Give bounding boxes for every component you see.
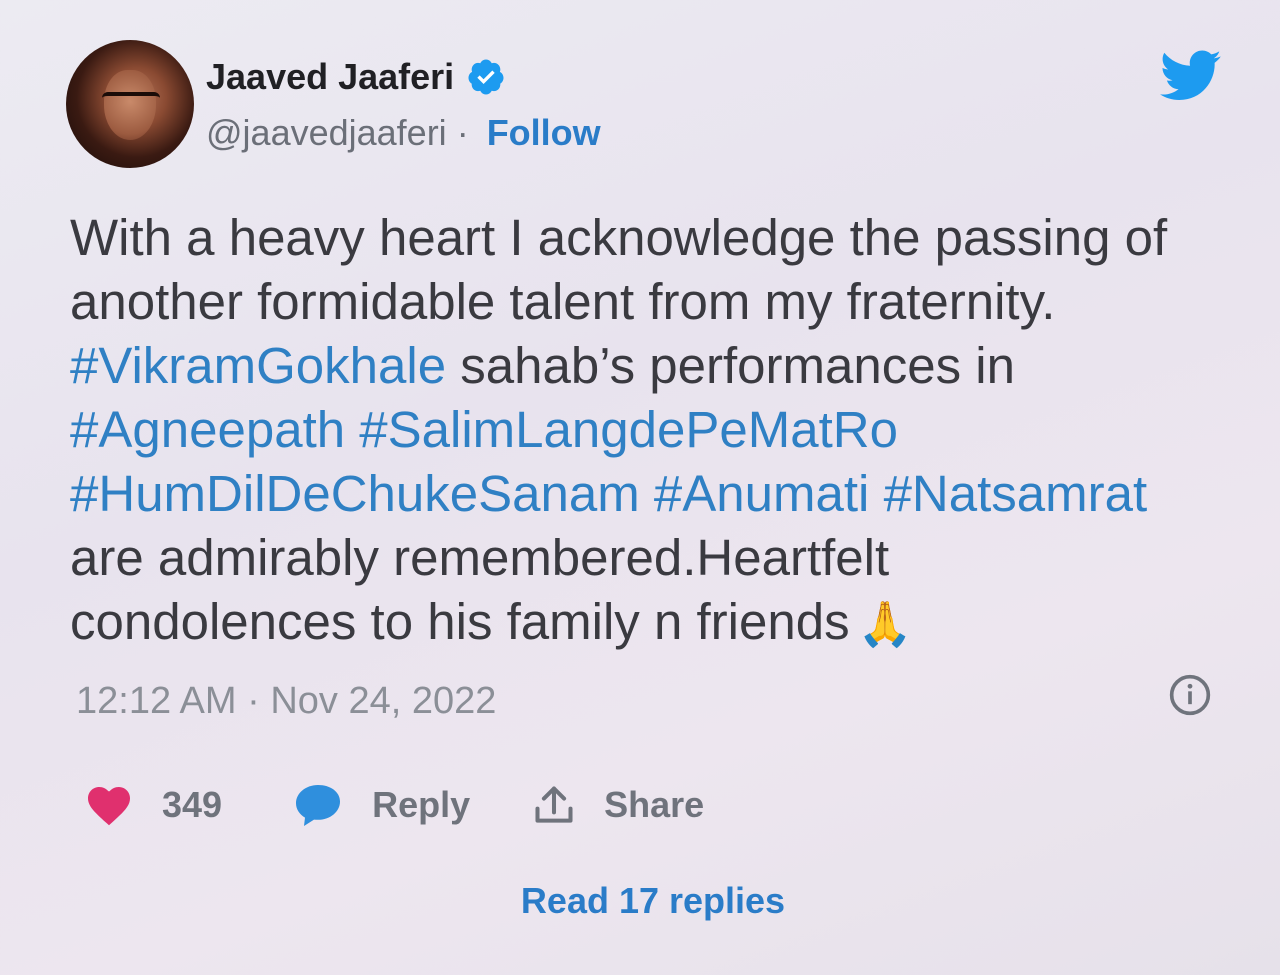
share-button[interactable]: Share: [532, 782, 704, 828]
tweet-text-line: condolences to his family n friends 🙏: [70, 590, 1230, 657]
avatar[interactable]: [66, 40, 194, 168]
author-handle[interactable]: @jaavedjaaferi: [206, 112, 447, 154]
tweet-text-segment: sahab’s performances in: [446, 337, 1015, 394]
hashtag-link[interactable]: #SalimLangdePeMatRo: [359, 401, 898, 458]
reply-button[interactable]: Reply: [294, 782, 470, 828]
author-name[interactable]: Jaaved Jaaferi: [206, 56, 454, 98]
share-label: Share: [604, 784, 705, 825]
tweet-text-segment: another formidable talent from my frater…: [70, 273, 1056, 330]
hashtag-link[interactable]: #VikramGokhale: [70, 337, 446, 394]
twitter-bird-icon[interactable]: [1160, 50, 1222, 102]
handle-separator: ·: [446, 112, 479, 153]
tweet-text-line: #Agneepath #SalimLangdePeMatRo: [70, 398, 1230, 462]
tweet-timestamp[interactable]: 12:12 AM · Nov 24, 2022: [76, 680, 496, 723]
read-replies-link[interactable]: Read 17 replies: [0, 880, 1280, 922]
speech-bubble-icon: [296, 785, 341, 826]
hashtag-link[interactable]: #Anumati: [654, 465, 869, 522]
like-button[interactable]: 349: [86, 784, 222, 826]
heart-icon: [88, 787, 130, 826]
reply-label: Reply: [372, 784, 471, 825]
follow-link[interactable]: Follow: [487, 112, 601, 154]
info-icon[interactable]: [1168, 673, 1212, 717]
hashtag-link[interactable]: #Agneepath: [70, 401, 345, 458]
tweet-actions: 349 Reply Share: [86, 782, 704, 828]
tweet-text-segment: [869, 465, 883, 522]
author-handle-row: @jaavedjaaferi · Follow: [206, 112, 601, 154]
tweet-text-segment: With a heavy heart I acknowledge the pas…: [70, 209, 1168, 266]
hashtag-link[interactable]: #Natsamrat: [884, 465, 1148, 522]
tweet-text-segment: are admirably remembered.Heartfelt: [70, 529, 890, 586]
tweet-text-line: are admirably remembered.Heartfelt: [70, 526, 1230, 590]
tweet-text-segment: [345, 401, 359, 458]
share-upload-icon: [535, 786, 573, 823]
tweet-text-segment: [640, 465, 654, 522]
author-name-row: Jaaved Jaaferi: [206, 56, 506, 98]
tweet-text: With a heavy heart I acknowledge the pas…: [70, 206, 1230, 657]
tweet-text-line: #HumDilDeChukeSanam #Anumati #Natsamrat: [70, 462, 1230, 526]
tweet-card: Jaaved Jaaferi @jaavedjaaferi · Follow W…: [0, 0, 1280, 975]
tweet-text-line: With a heavy heart I acknowledge the pas…: [70, 206, 1230, 270]
verified-badge-icon: [468, 59, 504, 95]
tweet-text-segment: condolences to his family n friends: [70, 593, 850, 650]
like-count: 349: [162, 784, 223, 825]
hashtag-link[interactable]: #HumDilDeChukeSanam: [70, 465, 640, 522]
folded-hands-emoji: 🙏: [857, 600, 913, 649]
tweet-text-line: #VikramGokhale sahab’s performances in: [70, 334, 1230, 398]
tweet-text-line: another formidable talent from my frater…: [70, 270, 1230, 334]
